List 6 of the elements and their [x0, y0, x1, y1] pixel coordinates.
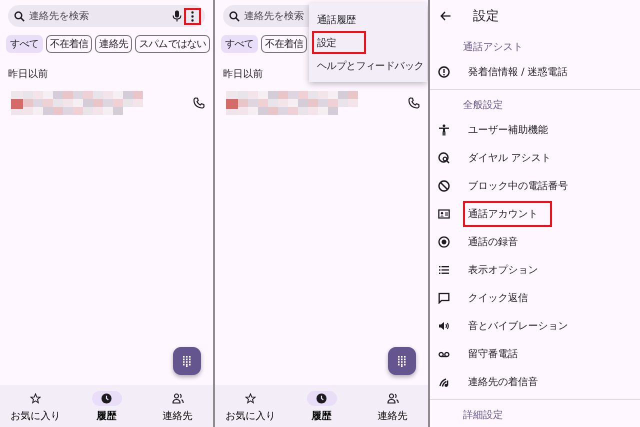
section-header: 全般設定: [462, 98, 504, 113]
section-header: 詳細設定: [462, 408, 504, 423]
section-header: 通話アシスト: [462, 40, 524, 55]
screen-title: 設定: [473, 8, 499, 25]
section-header: 昨日以前: [8, 68, 49, 81]
section-header: 昨日以前: [223, 68, 264, 81]
